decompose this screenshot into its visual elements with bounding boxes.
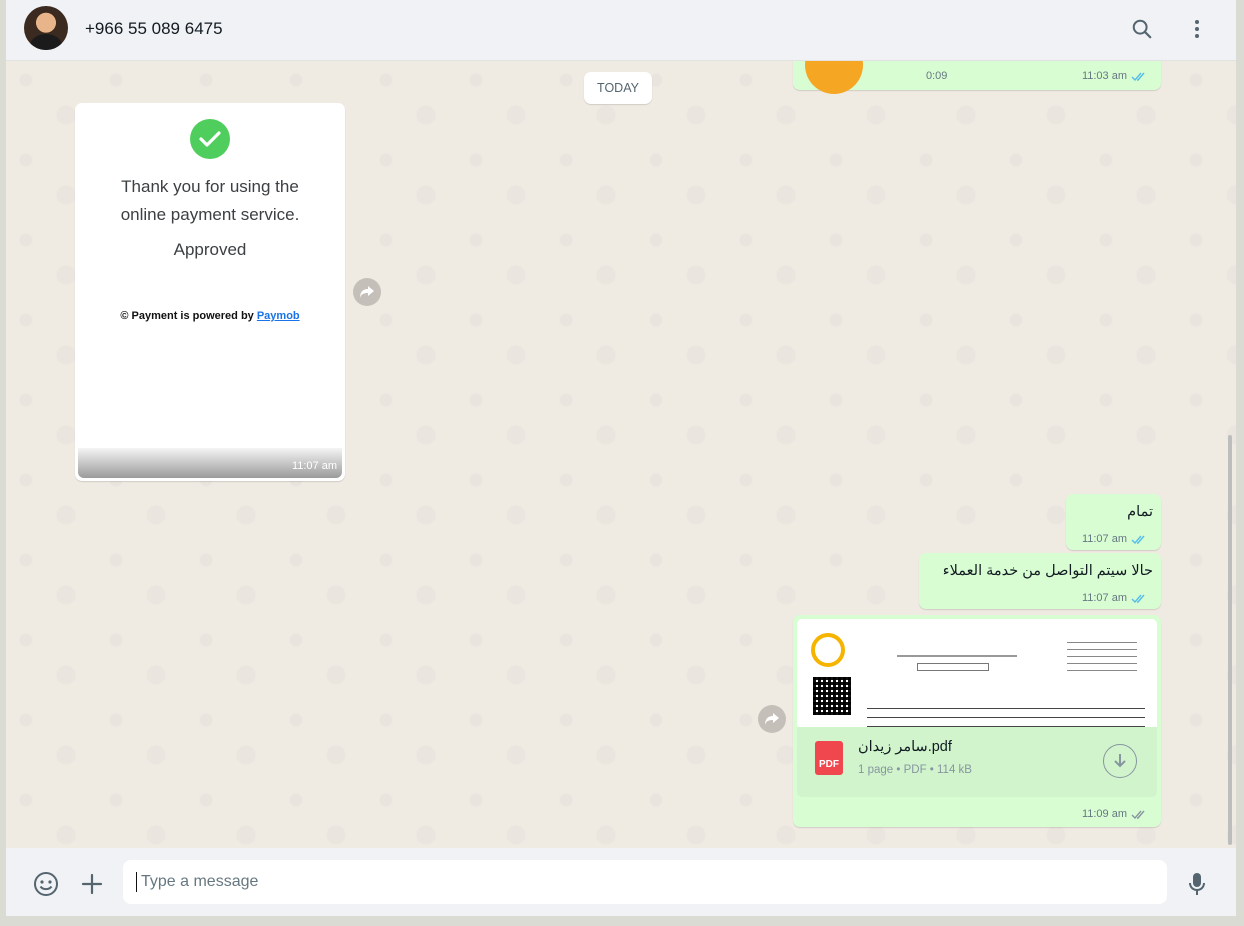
payment-card-message[interactable]: Thank you for using the online payment s… bbox=[75, 103, 345, 481]
pdf-thumbnail[interactable] bbox=[797, 619, 1157, 727]
voice-duration: 0:09 bbox=[926, 70, 948, 82]
double-check-icon bbox=[1131, 810, 1145, 819]
payment-line-2: online payment service. bbox=[120, 205, 300, 224]
double-check-icon bbox=[1131, 535, 1145, 544]
document-info: PDF سامر زيدان.pdf 1 page • PDF • 114 kB bbox=[797, 727, 1157, 797]
menu-icon[interactable] bbox=[1184, 16, 1210, 42]
message-time: 11:09 am bbox=[1081, 808, 1127, 820]
double-check-icon bbox=[1131, 72, 1145, 81]
payment-line-1: Thank you for using the bbox=[121, 177, 299, 196]
voice-sender-avatar bbox=[805, 60, 863, 94]
pdf-file-icon: PDF bbox=[815, 741, 843, 775]
doc-table bbox=[867, 707, 1145, 727]
chat-scrollbar[interactable] bbox=[1228, 435, 1232, 845]
voice-message: 0:09 11:03 am bbox=[793, 60, 1161, 94]
message-meta: 11:07 am bbox=[1082, 533, 1147, 545]
message-meta: 11:07 am bbox=[1082, 592, 1147, 604]
forward-icon[interactable] bbox=[758, 705, 786, 733]
attach-plus-icon[interactable] bbox=[78, 870, 106, 898]
payment-status: Approved bbox=[173, 240, 247, 259]
text-caret bbox=[136, 872, 137, 892]
paymob-link[interactable]: Paymob bbox=[257, 310, 300, 322]
message-text: حالا سيتم التواصل من خدمة العملاء bbox=[942, 563, 1153, 579]
message-input[interactable] bbox=[123, 860, 1167, 904]
qr-code-icon bbox=[813, 677, 851, 715]
document-message[interactable]: PDF سامر زيدان.pdf 1 page • PDF • 114 kB… bbox=[793, 615, 1161, 827]
doc-line bbox=[1067, 641, 1137, 671]
emoji-icon[interactable] bbox=[32, 870, 60, 898]
date-divider: TODAY bbox=[584, 72, 652, 104]
message-text: تمام bbox=[1127, 504, 1153, 520]
document-filename: سامر زيدان.pdf bbox=[858, 739, 952, 755]
microphone-icon[interactable] bbox=[1183, 870, 1211, 898]
message-meta: 11:03 am bbox=[1082, 70, 1147, 82]
doc-line bbox=[897, 655, 1017, 657]
powered-by-text: Payment is powered by bbox=[131, 310, 254, 322]
download-icon[interactable] bbox=[1103, 744, 1137, 778]
outgoing-message[interactable]: تمام 11:07 am bbox=[1066, 494, 1161, 550]
message-time: 11:07 am bbox=[1081, 592, 1127, 604]
search-icon[interactable] bbox=[1129, 16, 1155, 42]
whatsapp-window: +966 55 089 6475 0:09 11:03 am TODAY Tha… bbox=[6, 0, 1236, 916]
message-time: 11:07 am bbox=[1081, 533, 1127, 545]
doc-line bbox=[917, 663, 989, 671]
company-logo-icon bbox=[811, 633, 845, 667]
contact-name[interactable]: +966 55 089 6475 bbox=[85, 19, 223, 39]
message-list[interactable]: 0:09 11:03 am TODAY Thank you for using … bbox=[6, 60, 1236, 848]
outgoing-message[interactable]: حالا سيتم التواصل من خدمة العملاء 11:07 … bbox=[919, 553, 1161, 609]
copyright-icon: © bbox=[120, 310, 129, 322]
contact-avatar[interactable] bbox=[24, 6, 68, 50]
document-details: 1 page • PDF • 114 kB bbox=[858, 764, 972, 776]
forward-icon[interactable] bbox=[353, 278, 381, 306]
message-time: 11:07 am bbox=[291, 460, 337, 472]
message-meta: 11:09 am bbox=[1082, 808, 1147, 820]
compose-bar bbox=[6, 848, 1236, 916]
chat-header: +966 55 089 6475 bbox=[6, 0, 1236, 61]
double-check-icon bbox=[1131, 594, 1145, 603]
check-circle-icon bbox=[190, 119, 230, 159]
message-time: 11:03 am bbox=[1081, 70, 1127, 82]
